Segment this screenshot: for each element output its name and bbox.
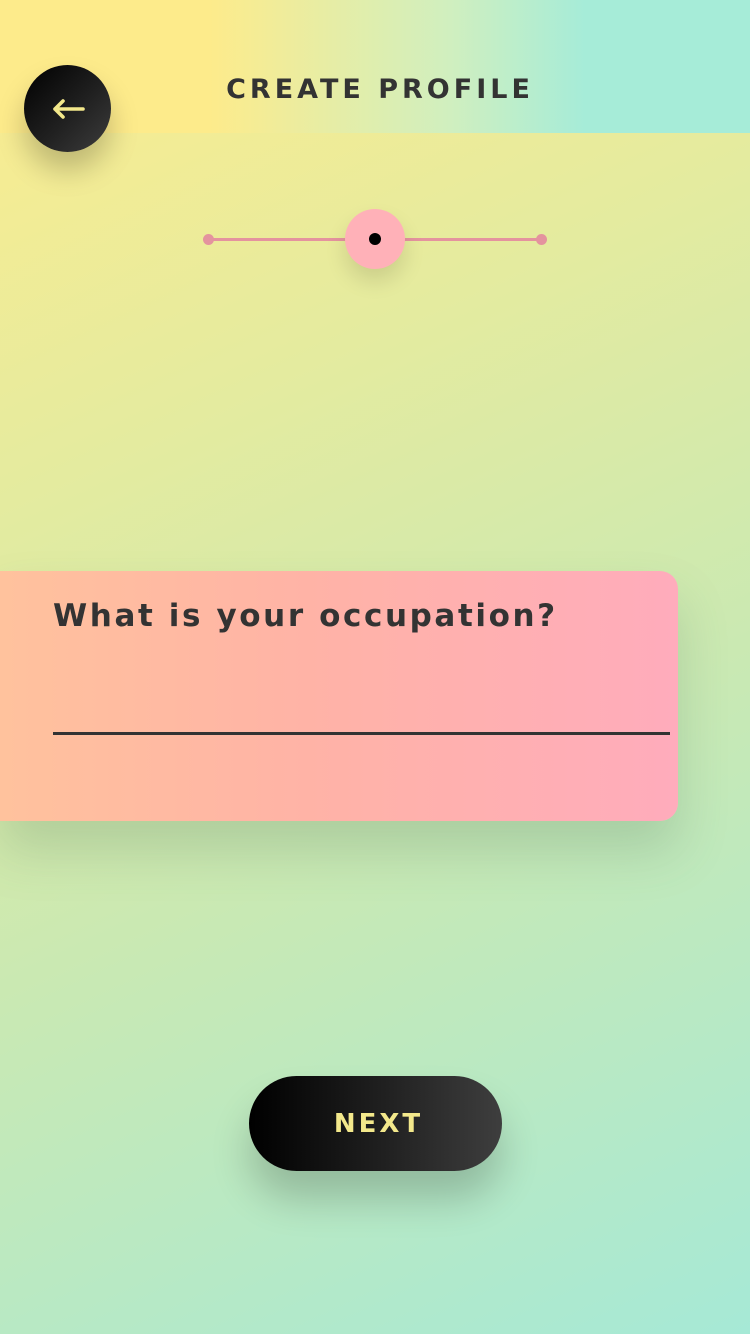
progress-stepper (203, 209, 547, 269)
stepper-step-1 (203, 234, 214, 245)
stepper-step-2-current (345, 209, 405, 269)
question-label: What is your occupation? (53, 598, 558, 634)
page-title: CREATE PROFILE (226, 74, 534, 105)
stepper-current-marker (369, 233, 381, 245)
occupation-input[interactable] (53, 660, 670, 735)
header-bar (0, 0, 750, 133)
next-button[interactable]: NEXT (249, 1076, 502, 1171)
stepper-step-3 (536, 234, 547, 245)
next-button-label: NEXT (333, 1108, 424, 1139)
